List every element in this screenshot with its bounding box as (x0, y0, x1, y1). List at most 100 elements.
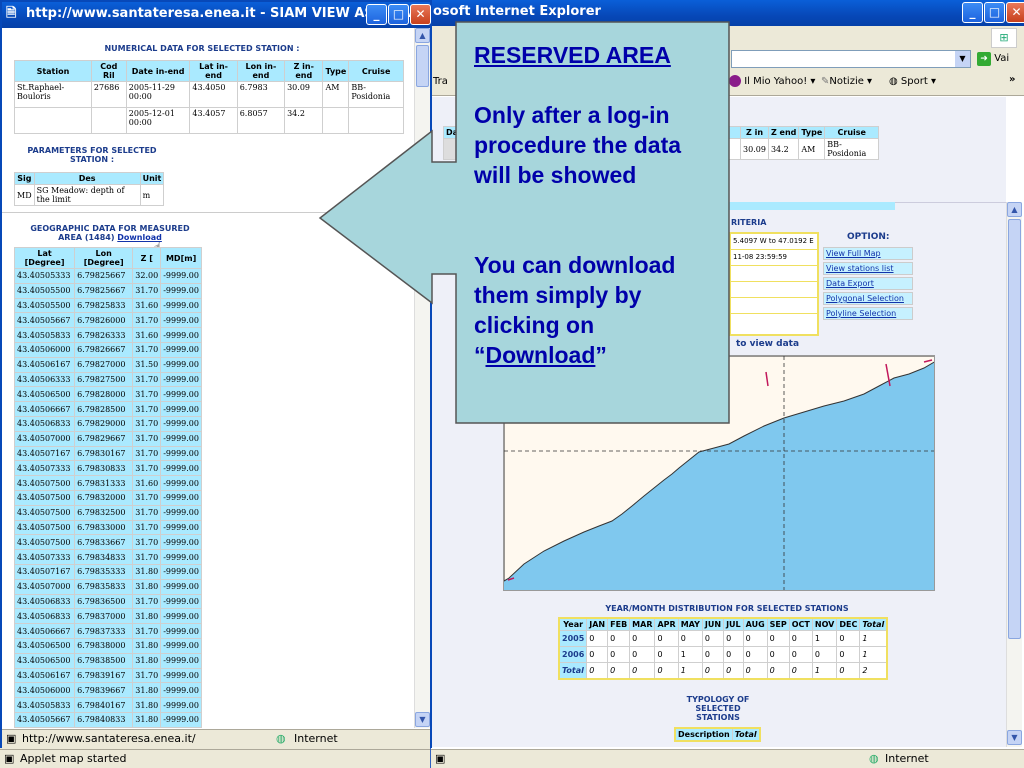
geo-cell: 31.70 (132, 534, 162, 551)
back-top-header: Z end (767, 126, 800, 139)
geo-cell: 43.40507500 (13, 504, 76, 521)
back-links-more-icon[interactable]: » (1009, 74, 1015, 85)
numerical-title: NUMERICAL DATA FOR SELECTED STATION : (104, 44, 300, 53)
back-maximize-button[interactable]: □ (984, 2, 1005, 23)
year-month-cell: 0 (742, 662, 768, 679)
geo-cell: -9999.00 (160, 578, 202, 595)
front-scroll-down-icon[interactable]: ▼ (415, 712, 430, 727)
front-status-zone: Internet (294, 732, 338, 745)
geo-cell: -9999.00 (160, 697, 202, 713)
geo-cell: -9999.00 (160, 371, 202, 388)
year-month-cell: 0 (701, 662, 725, 679)
year-month-cell: 1 (811, 662, 838, 679)
geo-cell: 31.80 (132, 637, 162, 654)
geo-cell: 31.70 (132, 667, 162, 684)
numerical-header: Lat in-end (189, 60, 238, 82)
callout-para2: You can download them simply by clicking… (474, 250, 720, 370)
geo-cell: -9999.00 (160, 489, 202, 506)
geo-cell: 6.79825833 (74, 297, 134, 314)
back-minimize-button[interactable]: _ (962, 2, 983, 23)
table-row: 43.40506167 6.79827000 31.50 -9999.00 (13, 356, 202, 373)
year-month-cell: 0 (766, 662, 790, 679)
geo-cell: 31.70 (132, 415, 162, 432)
geo-header: MD[m] (160, 247, 202, 269)
table-row: 43.40507500 6.79833667 31.70 -9999.00 (13, 534, 202, 551)
geo-cell: 6.79830833 (74, 460, 134, 477)
links-item-sport[interactable]: ◍ Sport ▾ (889, 74, 936, 90)
geo-cell: 31.50 (132, 356, 162, 373)
geo-cell: 43.40505500 (13, 282, 76, 299)
geo-cell: 43.40507000 (13, 578, 76, 595)
back-status-zone: Internet (885, 752, 929, 765)
option-polygonal-selection[interactable]: Polygonal Selection (823, 292, 913, 305)
year-month-cell: 2 (859, 662, 888, 679)
option-polyline-selection[interactable]: Polyline Selection (823, 307, 913, 320)
geo-cell: -9999.00 (160, 356, 202, 373)
back-go-button[interactable]: ➜ Vai (977, 50, 1009, 68)
scroll-up-icon[interactable]: ▲ (1007, 202, 1022, 217)
year-month-cell: 0 (607, 630, 631, 647)
table-row: 43.40506667 6.79828500 31.70 -9999.00 (13, 401, 202, 417)
geo-cell: 43.40506167 (13, 667, 76, 684)
back-address-input[interactable] (731, 50, 971, 68)
typology-table: Description Total (674, 727, 761, 742)
year-month-cell: 0 (629, 662, 656, 679)
year-month-header: Total (859, 617, 888, 631)
criteria-line (731, 282, 817, 298)
callout-text: RESERVED AREA Only after a log-in proced… (474, 40, 720, 370)
options-list: View Full Map View stations list Data Ex… (823, 247, 913, 322)
year-month-header: JAN (586, 617, 609, 631)
geo-cell: 6.79835833 (74, 578, 134, 595)
criteria-box: 5.4097 W to 47.0192 E 11-08 23:59:59 (729, 232, 819, 336)
desktop-status-strip: ▣ Applet map started (0, 749, 430, 768)
geo-cell: 6.79840833 (74, 711, 134, 728)
numerical-cell: 43.4057 (189, 107, 238, 134)
scroll-thumb[interactable] (1008, 219, 1021, 639)
geo-cell: 6.79826667 (74, 341, 134, 358)
year-month-cell: Total (558, 662, 588, 679)
geo-cell: 43.40507167 (13, 563, 76, 580)
params-title: PARAMETERS FOR SELECTED STATION : (27, 146, 157, 164)
geo-cell: -9999.00 (160, 549, 202, 565)
year-month-cell: 0 (654, 630, 679, 647)
numerical-header: Lon in-end (236, 60, 286, 82)
table-row: 43.40506833 6.79829000 31.70 -9999.00 (13, 415, 202, 432)
table-row: 43.40506167 6.79839167 31.70 -9999.00 (13, 667, 202, 684)
front-status-globe-icon: ◍ (276, 732, 286, 745)
links-item-yahoo[interactable]: Il Mio Yahoo! ▾ (729, 74, 815, 90)
geo-cell: -9999.00 (160, 608, 202, 625)
back-inner-scrollbar[interactable]: ▲ ▼ (1006, 202, 1022, 747)
table-row: 43.40505833 6.79826333 31.60 -9999.00 (13, 327, 202, 343)
geo-cell: 43.40507500 (13, 475, 76, 491)
geo-cell: 43.40506667 (13, 623, 76, 639)
geo-cell: 6.79829000 (74, 415, 134, 432)
scroll-down-icon[interactable]: ▼ (1007, 730, 1022, 745)
geo-cell: 43.40506167 (13, 356, 76, 373)
typology-title: TYPOLOGY OF SELECTED STATIONS (686, 695, 750, 722)
back-close-button[interactable]: ✕ (1006, 2, 1024, 23)
geo-header: Z [ (132, 247, 162, 269)
geo-cell: 43.40507500 (13, 534, 76, 551)
option-view-full-map[interactable]: View Full Map (823, 247, 913, 260)
year-month-cell: 1 (859, 630, 888, 647)
year-month-header: JUN (701, 617, 725, 631)
geo-cell: -9999.00 (160, 297, 202, 314)
criteria-line: 11-08 23:59:59 (731, 250, 817, 266)
numerical-cell: 6.8057 (236, 107, 286, 134)
geo-cell: 43.40505667 (13, 312, 76, 329)
links-item-notizie[interactable]: ✎Notizie ▾ (821, 74, 872, 90)
option-data-export[interactable]: Data Export (823, 277, 913, 290)
year-month-cell: 0 (811, 646, 838, 663)
back-address-dropdown-icon[interactable]: ▼ (955, 51, 970, 67)
year-month-cell: 2005 (558, 630, 588, 647)
callout-heading: RESERVED AREA (474, 42, 671, 68)
geo-cell: 43.40505667 (13, 711, 76, 728)
option-view-stations-list[interactable]: View stations list (823, 262, 913, 275)
geo-cell: -9999.00 (160, 504, 202, 521)
geo-cell: 6.79828500 (74, 401, 134, 417)
geo-cell: 32.00 (132, 268, 162, 284)
geo-cell: 6.79832500 (74, 504, 134, 521)
geo-cell: 6.79835333 (74, 563, 134, 580)
table-row: 43.40505833 6.79840167 31.80 -9999.00 (13, 697, 202, 713)
geo-cell: -9999.00 (160, 563, 202, 580)
